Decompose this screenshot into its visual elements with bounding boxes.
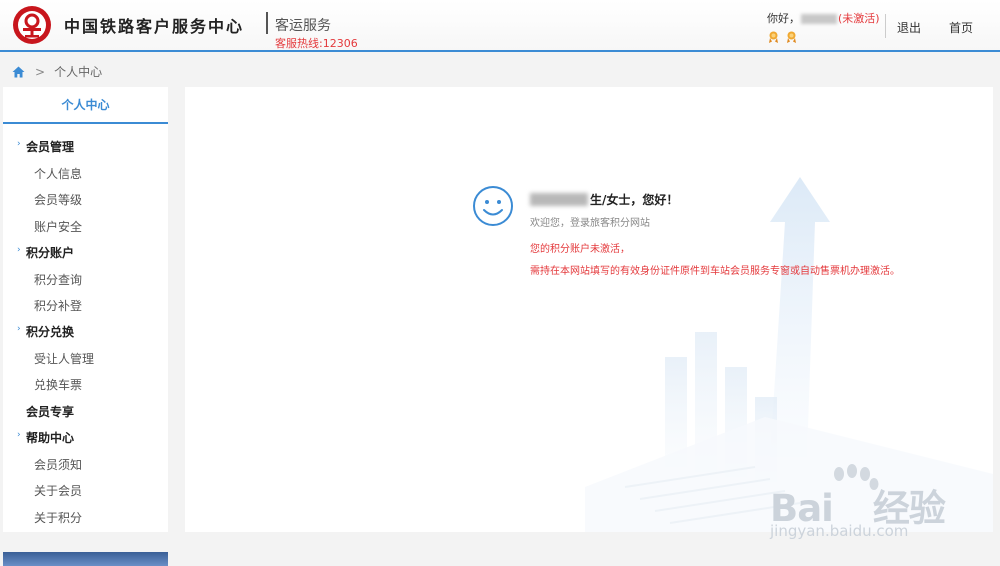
sidebar-item-about-membership[interactable]: 关于会员 bbox=[34, 482, 82, 499]
sidebar-item-personal-info[interactable]: 个人信息 bbox=[34, 165, 82, 182]
name-redacted bbox=[530, 193, 588, 206]
sidebar-item-member-level[interactable]: 会员等级 bbox=[34, 191, 82, 208]
header-divider bbox=[885, 14, 886, 38]
chevron-right-icon: › bbox=[17, 245, 21, 255]
sidebar-item-assignee-management[interactable]: 受让人管理 bbox=[34, 350, 94, 367]
sidebar-title[interactable]: 个人中心 bbox=[3, 87, 168, 124]
hotline-text: 客服热线:12306 bbox=[275, 37, 358, 50]
sidebar-item-points-makeup[interactable]: 积分补登 bbox=[34, 297, 82, 314]
breadcrumb-current[interactable]: 个人中心 bbox=[54, 63, 102, 80]
sidebar: 个人中心 › 会员管理 个人信息 会员等级 账户安全 › 积分账户 积分查询 积… bbox=[3, 87, 168, 532]
home-icon[interactable] bbox=[12, 66, 25, 78]
breadcrumb: > 个人中心 bbox=[12, 63, 102, 80]
activation-instructions: 需持在本网站填写的有效身份证件原件到车站会员服务专窗或自动售票机办理激活。 bbox=[530, 266, 900, 277]
sidebar-group-help-center[interactable]: 帮助中心 bbox=[26, 429, 74, 446]
sidebar-item-account-security[interactable]: 账户安全 bbox=[34, 218, 82, 235]
top-header: 中国铁路客户服务中心 客运服务 客服热线:12306 你好， (未激活) 退出 首… bbox=[0, 0, 1000, 52]
member-medals bbox=[768, 28, 799, 47]
breadcrumb-separator: > bbox=[35, 64, 46, 79]
watermark-domain: jingyan.baidu.com bbox=[770, 522, 909, 540]
sidebar-group-member-management[interactable]: 会员管理 bbox=[26, 138, 74, 155]
sidebar-item-about-points[interactable]: 关于积分 bbox=[34, 509, 82, 526]
brand-divider bbox=[266, 12, 268, 34]
logout-link[interactable]: 退出 bbox=[897, 19, 921, 36]
username-redacted bbox=[801, 14, 837, 24]
brand-title: 中国铁路客户服务中心 bbox=[64, 17, 245, 36]
sidebar-item-points-query[interactable]: 积分查询 bbox=[34, 271, 82, 288]
chevron-right-icon: › bbox=[17, 430, 21, 440]
chevron-right-icon: › bbox=[17, 324, 21, 334]
sidebar-item-member-notice[interactable]: 会员须知 bbox=[34, 456, 82, 473]
salutation: 生/女士，您好！ bbox=[530, 191, 678, 208]
greeting-prefix: 你好， bbox=[767, 12, 800, 25]
medal-icon bbox=[787, 31, 797, 43]
user-greeting: 你好， (未激活) bbox=[767, 10, 880, 26]
chevron-right-icon: › bbox=[17, 139, 21, 149]
sidebar-group-points-account[interactable]: 积分账户 bbox=[26, 244, 74, 261]
service-label: 客运服务 bbox=[275, 18, 331, 34]
inactive-warning: 您的积分账户未激活， bbox=[530, 244, 630, 255]
smiley-face-icon bbox=[473, 186, 513, 226]
medal-icon bbox=[769, 31, 778, 43]
sidebar-item-exchange-tickets[interactable]: 兑换车票 bbox=[34, 376, 82, 393]
welcome-text: 欢迎您，登录旅客积分网站 bbox=[530, 218, 650, 229]
railway-logo-icon bbox=[13, 6, 51, 44]
salutation-text: 生/女士，您好！ bbox=[590, 193, 679, 207]
home-link[interactable]: 首页 bbox=[949, 19, 973, 36]
account-status: (未激活) bbox=[838, 12, 880, 25]
sidebar-group-member-exclusive[interactable]: 会员专享 bbox=[26, 403, 74, 420]
sidebar-banner-image[interactable] bbox=[3, 552, 168, 566]
sidebar-group-points-exchange[interactable]: 积分兑换 bbox=[26, 323, 74, 340]
